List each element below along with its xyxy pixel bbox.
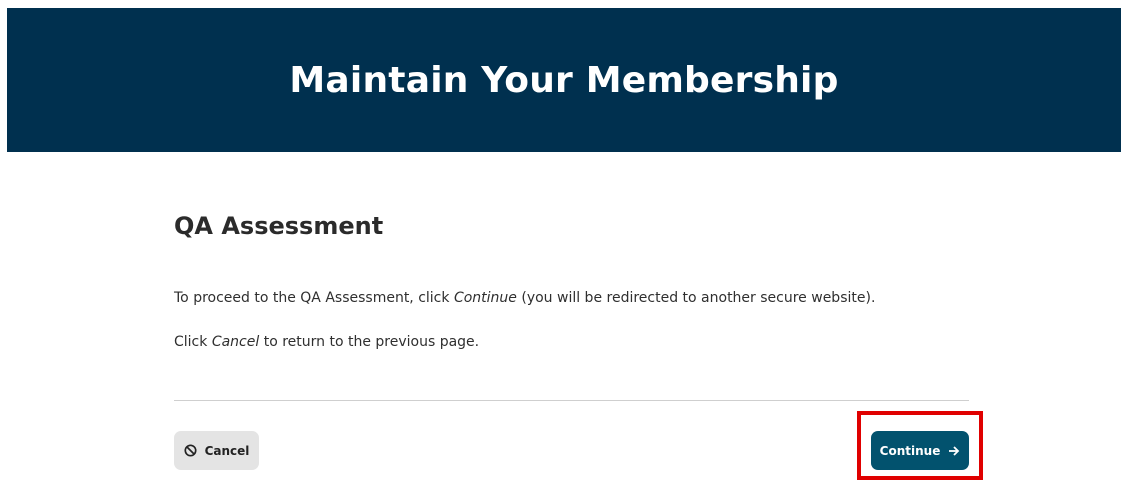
cancel-button[interactable]: Cancel [174, 431, 259, 470]
instruction-continue-before: To proceed to the QA Assessment, click [174, 290, 454, 306]
page-title: Maintain Your Membership [289, 59, 839, 101]
divider [174, 400, 969, 401]
instruction-continue: To proceed to the QA Assessment, click C… [174, 290, 875, 306]
instruction-cancel-after: to return to the previous page. [259, 334, 480, 350]
instruction-cancel: Click Cancel to return to the previous p… [174, 334, 479, 350]
continue-button-label: Continue [879, 443, 941, 458]
page-header: Maintain Your Membership [7, 8, 1121, 152]
instruction-cancel-before: Click [174, 334, 212, 350]
section-title: QA Assessment [174, 212, 384, 240]
page: Maintain Your Membership QA Assessment T… [0, 0, 1121, 491]
ban-icon [184, 444, 197, 457]
instruction-cancel-emphasis: Cancel [211, 334, 260, 350]
cancel-button-label: Cancel [204, 443, 250, 458]
continue-button[interactable]: Continue [871, 431, 969, 470]
arrow-right-icon [948, 445, 960, 457]
instruction-continue-emphasis: Continue [453, 290, 517, 306]
instruction-continue-after: (you will be redirected to another secur… [516, 290, 876, 306]
